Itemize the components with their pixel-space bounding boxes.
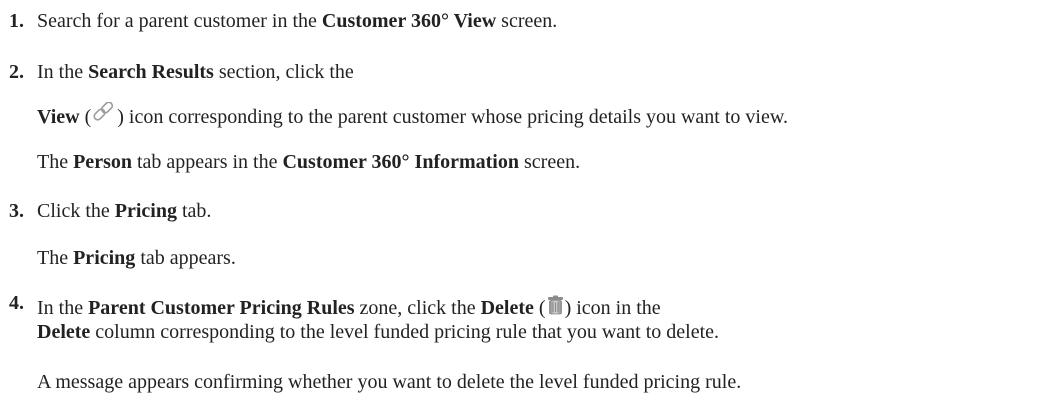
step-number: 1. — [9, 10, 24, 32]
step-text: In the Search Results section, click the — [37, 60, 354, 84]
link-icon — [92, 102, 116, 124]
step-text: Delete column corresponding to the level… — [37, 320, 719, 344]
text-run: screen. — [496, 10, 558, 32]
text-run: A message appears confirming whether you… — [37, 371, 742, 393]
step-number: 4. — [9, 292, 24, 314]
section-name: Search Results — [88, 61, 214, 83]
text-run: The — [37, 247, 74, 269]
text-run: Search for a parent customer in the — [37, 10, 322, 32]
text-run: ( — [533, 297, 546, 319]
text-run: tab. — [176, 200, 212, 222]
text-run: tab appears. — [135, 247, 236, 269]
screen-name: Customer 360° Information — [282, 151, 519, 173]
tab-name: Person — [73, 151, 132, 173]
text-run: tab appears in the — [131, 151, 283, 173]
tab-name: Pricing — [114, 200, 177, 222]
screen-name: Customer 360° View — [321, 10, 497, 32]
step-text: A message appears confirming whether you… — [37, 370, 741, 394]
step-text: The Pricing tab appears. — [37, 246, 236, 270]
step-text: View ( ) icon corresponding to the parent… — [37, 102, 789, 129]
text-run: section, click the — [213, 61, 354, 83]
text-run: ( — [79, 106, 92, 128]
text-run: Click the — [37, 200, 115, 222]
column-name: Delete — [37, 321, 91, 343]
zone-name: Parent Customer Pricing Rules — [88, 297, 355, 319]
step-text: Search for a parent customer in the Cust… — [37, 9, 557, 33]
text-run: ) icon corresponding to the parent custo… — [117, 106, 789, 128]
step-text: The Person tab appears in the Customer 3… — [37, 150, 580, 174]
text-run: In the — [37, 297, 89, 319]
text-run: column corresponding to the level funded… — [90, 321, 720, 343]
step-number: 2. — [9, 61, 24, 83]
icon-name: Delete — [480, 297, 534, 319]
step-number: 3. — [9, 200, 24, 222]
trash-icon — [547, 295, 564, 315]
text-run: In the — [37, 61, 89, 83]
text-run: zone, click the — [354, 297, 481, 319]
tab-name: Pricing — [73, 247, 136, 269]
text-run: The — [37, 151, 74, 173]
text-run: screen. — [519, 151, 581, 173]
text-run: ) icon in the — [564, 297, 661, 319]
step-text: Click the Pricing tab. — [37, 199, 211, 223]
step-text: In the Parent Customer Pricing Rules zon… — [37, 295, 661, 320]
icon-name: View — [37, 106, 80, 128]
